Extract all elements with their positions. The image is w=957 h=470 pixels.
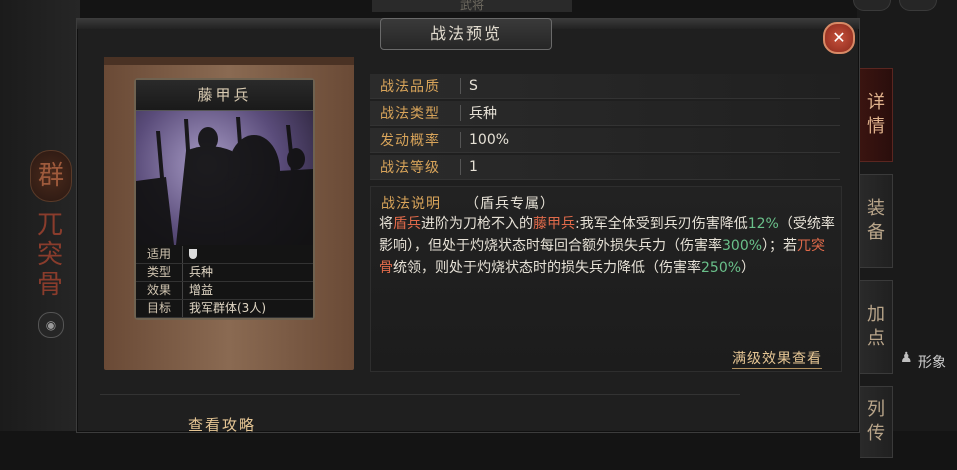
property-row: 目标 我军群体(3人): [136, 300, 313, 318]
person-icon[interactable]: ♟: [900, 350, 913, 366]
dialog-title: 战法预览: [380, 18, 552, 50]
general-name-char: 骨: [36, 270, 63, 300]
desc-number: 300%: [722, 238, 763, 254]
tab-char: 传: [867, 423, 885, 444]
tactic-description-box: 战法说明 （盾兵专属） 将盾兵进阶为刀枪不入的藤甲兵:我军全体受到兵刃伤害降低12…: [370, 186, 842, 372]
tab-char: 详: [867, 92, 885, 113]
soldier-body-silhouette: [276, 169, 313, 245]
tab-char: 列: [867, 399, 885, 420]
property-label: 目标: [136, 300, 183, 317]
desc-number: 12%: [747, 216, 779, 232]
divider: [100, 394, 740, 395]
top-button-1[interactable]: [853, 0, 891, 11]
tab-biography[interactable]: 列 传: [860, 386, 893, 458]
background-top-tab: 武将: [372, 0, 572, 12]
soldier-body-silhouette: [136, 177, 174, 245]
tab-char: 备: [867, 222, 885, 243]
appearance-label[interactable]: 形象: [918, 352, 946, 372]
faction-emblem: 群: [30, 150, 72, 202]
info-value: S: [469, 78, 478, 94]
desc-keyword: 藤甲兵: [533, 216, 575, 232]
info-row-quality: 战法品质 S: [370, 74, 840, 99]
desc-segment: 统领，则处于灼烧状态时的损失兵力降低（伤害率: [393, 260, 701, 276]
description-text: 将盾兵进阶为刀枪不入的藤甲兵:我军全体受到兵刃伤害降低12%（受统率影响），但处…: [379, 213, 839, 279]
property-row: 效果 增益: [136, 282, 313, 300]
tactic-card: 藤甲兵 适用 类型 兵种 效果 增益 目标 我军群体(3人): [134, 78, 315, 320]
view-guide-link[interactable]: 查看攻略: [188, 414, 256, 435]
divider: [460, 132, 461, 148]
card-properties: 适用 类型 兵种 效果 增益 目标 我军群体(3人): [136, 246, 313, 318]
property-value: 我军群体(3人): [189, 301, 266, 315]
desc-keyword: 盾兵: [393, 216, 421, 232]
general-name-vertical: 兀 突 骨: [36, 210, 64, 300]
scroll-rod: [104, 57, 354, 65]
property-value: [183, 246, 197, 263]
property-value: 增益: [189, 283, 214, 297]
top-right-buttons: [853, 0, 937, 11]
general-name-char: 兀: [36, 210, 63, 240]
info-label: 发动概率: [380, 133, 440, 149]
full-level-effect-link[interactable]: 满级效果查看: [732, 348, 822, 369]
card-artwork: [136, 111, 313, 245]
tab-points[interactable]: 加 点: [860, 280, 893, 374]
soldier-head-silhouette: [287, 148, 305, 170]
desc-segment: 进阶为刀枪不入的: [421, 216, 533, 232]
info-row-probability: 发动概率 100%: [370, 128, 840, 153]
voice-icon[interactable]: ◉: [38, 312, 64, 338]
property-label: 类型: [136, 264, 183, 281]
tactic-info: 战法品质 S 战法类型 兵种 发动概率 100% 战法等级 1: [370, 74, 840, 182]
close-button[interactable]: ✕: [823, 22, 855, 54]
exclusive-tag: （盾兵专属）: [465, 196, 555, 212]
soldiers-silhouette: [136, 117, 313, 245]
desc-number: 250%: [701, 260, 742, 276]
tab-char: 点: [867, 328, 885, 349]
property-value: 兵种: [189, 265, 214, 279]
description-label: 战法说明: [381, 196, 441, 212]
top-button-2[interactable]: [899, 0, 937, 11]
property-row: 类型 兵种: [136, 264, 313, 282]
info-row-level: 战法等级 1: [370, 155, 840, 180]
tab-equipment[interactable]: 装 备: [860, 174, 893, 268]
property-label: 效果: [136, 282, 183, 299]
property-row: 适用: [136, 246, 313, 264]
info-row-type: 战法类型 兵种: [370, 101, 840, 126]
description-heading: 战法说明 （盾兵专属）: [381, 193, 555, 213]
card-title: 藤甲兵: [136, 80, 313, 111]
desc-segment: ）；若: [762, 238, 798, 254]
shield-icon: [189, 249, 197, 259]
info-label: 战法等级: [380, 160, 440, 176]
desc-segment: 将: [379, 216, 393, 232]
property-label: 适用: [136, 246, 183, 263]
info-value: 1: [469, 159, 478, 175]
divider: [460, 105, 461, 121]
divider: [460, 78, 461, 94]
tab-char: 情: [867, 116, 885, 137]
info-label: 战法类型: [380, 106, 440, 122]
tab-char: 加: [867, 304, 885, 325]
desc-segment: ）: [741, 260, 756, 276]
info-label: 战法品质: [380, 79, 440, 95]
desc-segment: :我军全体受到兵刃伤害降低: [575, 216, 748, 232]
divider: [460, 159, 461, 175]
tab-details[interactable]: 详 情: [860, 68, 893, 162]
general-name-char: 突: [36, 240, 63, 270]
info-value: 兵种: [469, 106, 497, 122]
info-value: 100%: [469, 132, 510, 148]
side-tab-bar: 详 情 装 备 加 点 列 传: [860, 68, 894, 470]
tab-char: 装: [867, 198, 885, 219]
